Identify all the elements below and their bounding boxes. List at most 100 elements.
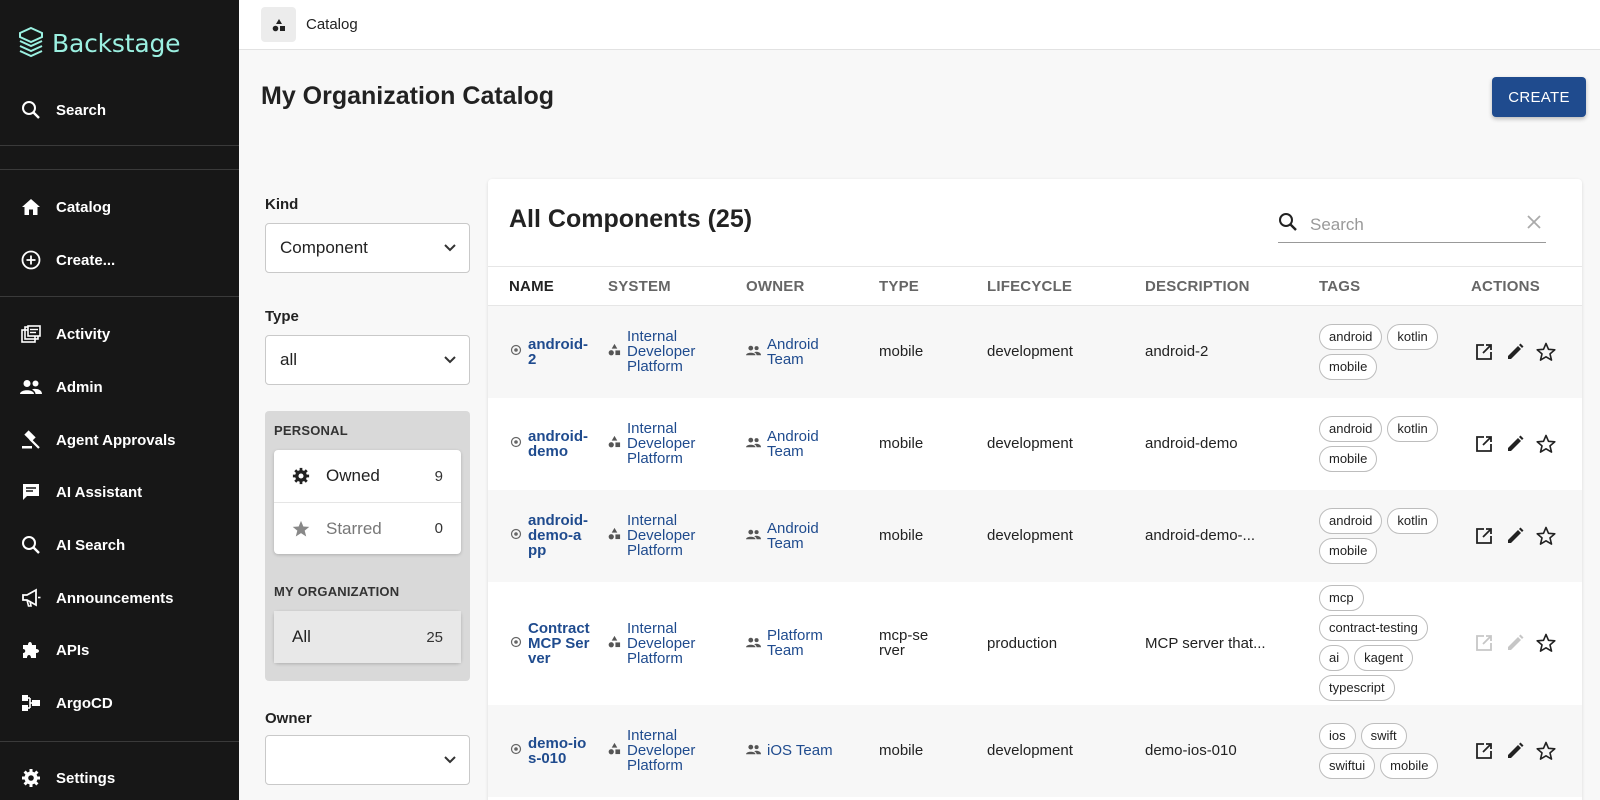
sidebar-search-label: Search (56, 101, 107, 119)
system-link[interactable]: Internal Developer Platform (627, 421, 707, 466)
view-source-icon[interactable] (1473, 433, 1495, 455)
star-icon[interactable] (1535, 341, 1557, 363)
starred-label: Starred (326, 518, 382, 538)
view-source-icon[interactable] (1473, 740, 1495, 762)
system-link[interactable]: Internal Developer Platform (627, 728, 707, 773)
table-search (1278, 207, 1546, 243)
owner-cell: Android Team (746, 305, 879, 398)
tag-chip[interactable]: contract-testing (1319, 615, 1428, 641)
catalog-breadcrumb-icon[interactable] (261, 7, 296, 42)
tag-chip[interactable]: mobile (1380, 752, 1439, 779)
component-name-link[interactable]: android-demo-app (528, 513, 590, 558)
system-cell: Internal Developer Platform (608, 581, 746, 705)
sidebar-item-create[interactable]: Create... (0, 238, 239, 282)
tag-chip[interactable]: mcp (1319, 585, 1364, 611)
component-name-link[interactable]: demo-ios-010 (528, 736, 590, 766)
column-header-system[interactable]: SYSTEM (608, 266, 746, 306)
star-icon[interactable] (1535, 433, 1557, 455)
puzzle-icon (20, 639, 42, 661)
create-button[interactable]: CREATE (1492, 77, 1586, 117)
component-name-link[interactable]: android-2 (528, 337, 590, 367)
view-source-icon[interactable] (1473, 632, 1495, 654)
gavel-icon (20, 429, 42, 451)
sidebar-item-settings[interactable]: Settings (0, 756, 239, 800)
type-select[interactable]: all (265, 335, 470, 385)
sidebar-item-ai-assistant[interactable]: AI Assistant (0, 470, 239, 514)
sidebar-item-apis[interactable]: APIs (0, 628, 239, 672)
starred-count: 0 (434, 520, 443, 537)
type-cell: mobile (879, 397, 987, 490)
tag-chip[interactable]: mobile (1319, 353, 1378, 380)
clear-search-icon[interactable] (1526, 214, 1542, 235)
star-icon[interactable] (1535, 525, 1557, 547)
breadcrumb: Catalog (306, 16, 358, 33)
view-source-icon[interactable] (1473, 525, 1495, 547)
sidebar-item-ai-search[interactable]: AI Search (0, 523, 239, 567)
sidebar-item-agent-approvals[interactable]: Agent Approvals (0, 418, 239, 462)
view-source-icon[interactable] (1473, 341, 1495, 363)
kind-select[interactable]: Component (265, 223, 470, 273)
owner-link[interactable]: Platform Team (767, 628, 829, 658)
system-icon (608, 343, 621, 360)
owner-select[interactable] (265, 735, 470, 785)
edit-icon[interactable] (1504, 525, 1526, 547)
owned-filter[interactable]: Owned 9 (274, 450, 461, 502)
edit-icon[interactable] (1504, 740, 1526, 762)
tag-chip[interactable]: kagent (1354, 645, 1414, 671)
column-header-owner[interactable]: OWNER (746, 266, 879, 306)
search-input[interactable] (1310, 214, 1510, 235)
sidebar-item-activity[interactable]: Activity (0, 312, 239, 356)
sidebar-item-catalog[interactable]: Catalog (0, 185, 239, 229)
edit-icon[interactable] (1504, 433, 1526, 455)
tag-chip[interactable]: mobile (1319, 445, 1378, 472)
system-link[interactable]: Internal Developer Platform (627, 329, 707, 374)
tag-chip[interactable]: android (1319, 415, 1383, 442)
owner-link[interactable]: Android Team (767, 429, 829, 459)
component-icon (510, 343, 522, 360)
sidebar-search[interactable]: Search (0, 88, 239, 132)
tag-chip[interactable]: swiftui (1319, 752, 1376, 779)
personal-heading: PERSONAL (274, 423, 348, 438)
edit-icon[interactable] (1504, 632, 1526, 654)
tag-chip[interactable]: kotlin (1387, 323, 1438, 350)
column-header-name[interactable]: NAME (488, 266, 608, 306)
name-cell: Contract MCP Server (488, 581, 608, 705)
component-name-link[interactable]: android-demo (528, 429, 590, 459)
sidebar-item-admin[interactable]: Admin (0, 365, 239, 409)
sidebar-item-announcements[interactable]: Announcements (0, 576, 239, 620)
owner-filter-label: Owner (265, 710, 312, 727)
system-link[interactable]: Internal Developer Platform (627, 513, 707, 558)
all-filter[interactable]: All 25 (274, 611, 461, 663)
tag-chip[interactable]: ios (1319, 722, 1356, 749)
sidebar-item-argocd[interactable]: ArgoCD (0, 681, 239, 725)
group-icon (746, 527, 761, 544)
description-cell: android-demo-... (1145, 489, 1319, 582)
tag-chip[interactable]: ai (1319, 645, 1350, 671)
system-link[interactable]: Internal Developer Platform (627, 621, 707, 666)
column-header-lifecycle[interactable]: LIFECYCLE (987, 266, 1145, 306)
backstage-logo[interactable]: Backstage (18, 26, 180, 60)
type-select-value: all (280, 350, 298, 369)
component-name-link[interactable]: Contract MCP Server (528, 621, 590, 666)
column-header-type[interactable]: TYPE (879, 266, 987, 306)
tag-chip[interactable]: typescript (1319, 675, 1395, 701)
tag-chip[interactable]: android (1319, 323, 1383, 350)
star-icon[interactable] (1535, 740, 1557, 762)
star-icon[interactable] (1535, 632, 1557, 654)
tag-chip[interactable]: swift (1360, 722, 1407, 749)
tag-chip[interactable]: kotlin (1387, 415, 1438, 442)
owner-link[interactable]: Android Team (767, 337, 829, 367)
starred-filter[interactable]: Starred 0 (274, 502, 461, 554)
tag-chip[interactable]: mobile (1319, 537, 1378, 564)
owner-link[interactable]: iOS Team (767, 743, 857, 758)
type-value: mobile (879, 742, 924, 759)
tag-chip[interactable]: kotlin (1387, 507, 1438, 534)
gear-icon (20, 767, 42, 789)
tag-chip[interactable]: android (1319, 507, 1383, 534)
owner-link[interactable]: Android Team (767, 521, 829, 551)
gear-icon (292, 467, 314, 485)
edit-icon[interactable] (1504, 341, 1526, 363)
type-value: mcp-server (879, 627, 929, 659)
column-header-description[interactable]: DESCRIPTION (1145, 266, 1319, 306)
system-cell: Internal Developer Platform (608, 397, 746, 490)
